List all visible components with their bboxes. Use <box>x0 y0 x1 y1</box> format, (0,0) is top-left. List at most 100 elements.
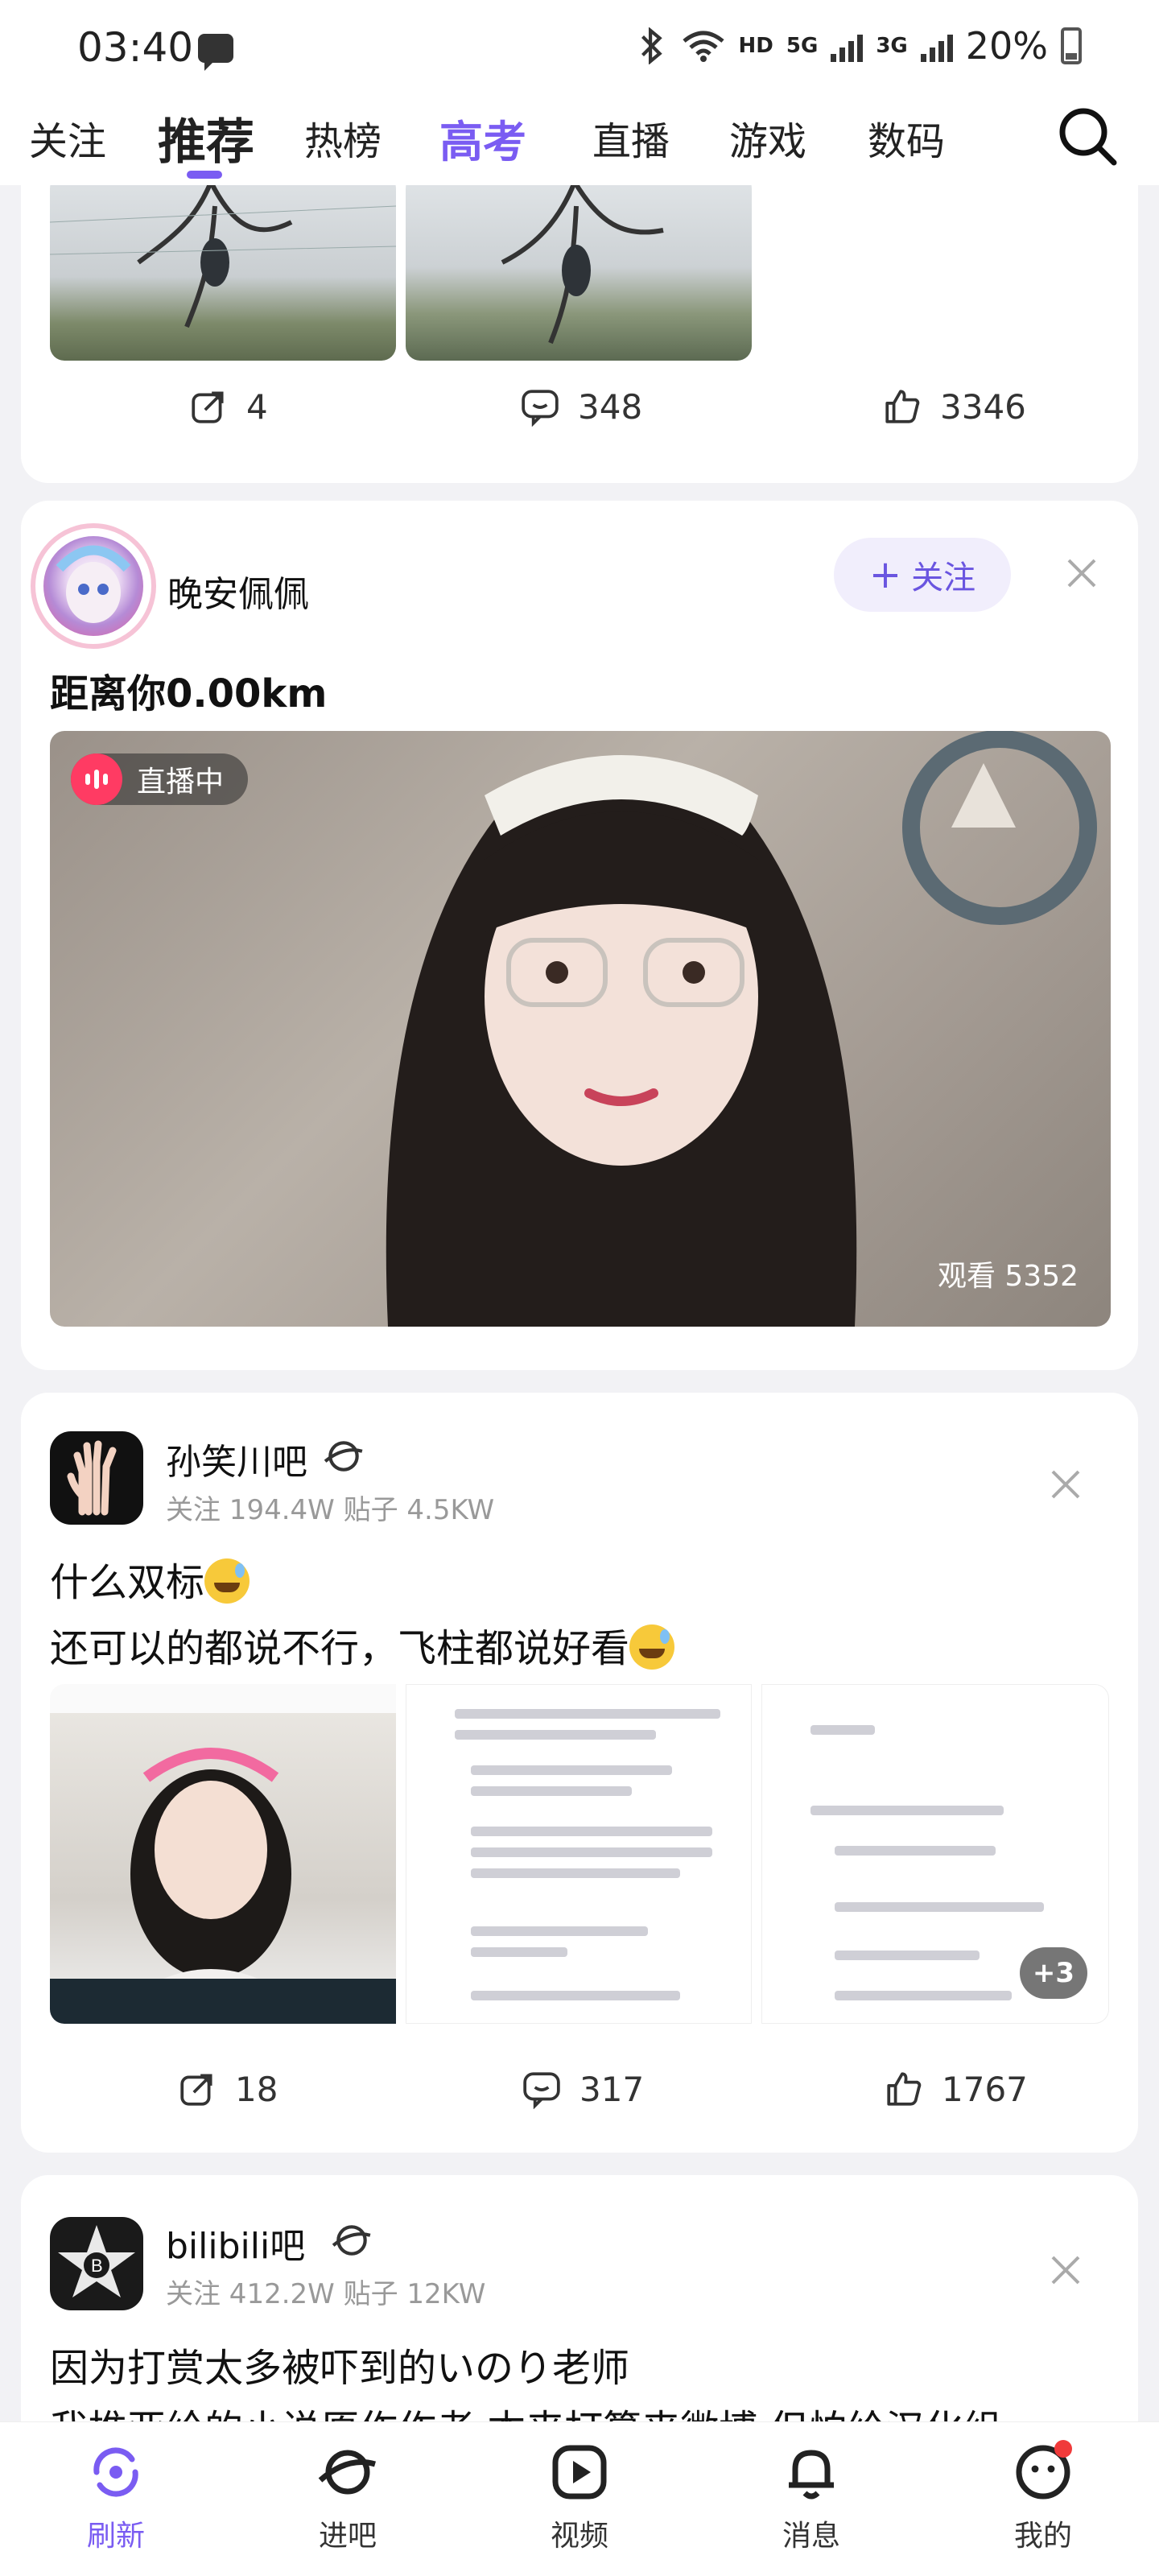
post-title-text: 什么双标 <box>50 1560 205 1605</box>
nav-forums[interactable]: 进吧 <box>291 2440 404 2554</box>
avatar-image <box>56 545 131 623</box>
battery-icon <box>1061 27 1082 64</box>
share-icon <box>192 391 224 423</box>
live-label: 直播中 <box>137 766 225 799</box>
network-type-2: 3G <box>876 34 908 58</box>
nav-label: 进吧 <box>318 2520 377 2553</box>
more-images-badge[interactable]: +3 <box>1020 1947 1087 1999</box>
bluetooth-icon <box>641 27 662 64</box>
nav-label: 刷新 <box>86 2520 145 2553</box>
tab-recommend[interactable]: 推荐 <box>158 103 254 173</box>
star-logo-icon: B <box>58 2225 135 2297</box>
post-card-2[interactable]: 晚安佩佩 + 关注 距离你0.00km 直播中 观看 5352 <box>21 501 1138 1370</box>
forum-name[interactable]: 孙笑川吧 <box>166 1433 307 1484</box>
nav-refresh[interactable]: 刷新 <box>60 2440 172 2554</box>
repost-button[interactable]: 4 <box>188 386 268 427</box>
comment-icon <box>523 2072 560 2109</box>
like-count: 3346 <box>940 386 1026 427</box>
close-icon[interactable] <box>1062 554 1101 592</box>
author-name[interactable]: 晚安佩佩 <box>167 565 309 617</box>
status-icons: HD 5G 3G 20% <box>636 24 1082 68</box>
wifi-icon <box>682 31 724 62</box>
forum-avatar[interactable] <box>50 1431 143 1525</box>
share-icon <box>180 2074 212 2106</box>
hd-indicator: HD <box>738 34 773 58</box>
thumbs-up-icon <box>885 390 920 423</box>
close-icon[interactable] <box>1046 1465 1085 1504</box>
comment-button[interactable]: 348 <box>520 386 642 427</box>
post-image[interactable]: +3 <box>761 1684 1109 2024</box>
comment-count: 317 <box>580 2069 645 2109</box>
close-icon[interactable] <box>1046 2251 1085 2289</box>
post-title[interactable]: 什么双标 <box>50 1550 250 1607</box>
live-badge: 直播中 <box>71 753 249 805</box>
planet-icon <box>318 2450 376 2495</box>
repost-count: 4 <box>246 386 268 427</box>
avatar[interactable] <box>43 536 143 636</box>
follow-label: 关注 <box>911 559 976 597</box>
post-image[interactable] <box>50 1684 396 2024</box>
planet-icon <box>332 2225 371 2256</box>
comment-count: 348 <box>578 386 643 427</box>
post-image[interactable] <box>406 1684 752 2024</box>
forum-stats: 关注 194.4W 贴子 4.5KW <box>166 1494 495 1526</box>
like-button[interactable]: 1767 <box>884 2069 1028 2109</box>
bird-image <box>50 180 396 328</box>
sweat-smile-emoji <box>629 1624 675 1670</box>
nav-label: 视频 <box>550 2520 608 2553</box>
post-title[interactable]: 因为打赏太多被吓到的いのり老师 <box>50 2336 629 2392</box>
post-image[interactable] <box>406 174 752 361</box>
bell-icon <box>789 2450 834 2500</box>
video-play-icon <box>552 2445 607 2500</box>
like-button[interactable]: 3346 <box>882 386 1026 427</box>
post-card-3[interactable]: 孙笑川吧 关注 194.4W 贴子 4.5KW 什么双标 还可以的都说不行，飞柱… <box>21 1393 1138 2153</box>
streamer-image <box>386 731 1097 1327</box>
top-tab-bar: 关注 推荐 热榜 高考 直播 游戏 数码 <box>0 97 1159 185</box>
nav-label: 我的 <box>1013 2520 1072 2553</box>
post-image[interactable] <box>50 174 396 361</box>
mini-header <box>50 1684 396 1713</box>
post-title[interactable]: 距离你0.00km <box>50 662 327 718</box>
live-indicator-icon <box>71 753 122 805</box>
viewer-count: 观看 5352 <box>937 1260 1079 1293</box>
live-stream-preview[interactable]: 直播中 观看 5352 <box>50 731 1111 1327</box>
post-card-1[interactable]: 4 348 3346 <box>21 145 1138 483</box>
signal-icon <box>831 30 864 62</box>
search-icon[interactable] <box>1056 105 1120 169</box>
repost-button[interactable]: 18 <box>177 2069 278 2109</box>
post-body-text: 还可以的都说不行，飞柱都说好看 <box>50 1626 630 1671</box>
post-body[interactable]: 还可以的都说不行，飞柱都说好看 <box>50 1616 675 1673</box>
nav-video[interactable]: 视频 <box>523 2440 636 2554</box>
comment-button[interactable]: 317 <box>522 2069 644 2109</box>
sweat-smile-emoji <box>204 1558 250 1604</box>
forum-stats: 关注 412.2W 贴子 12KW <box>166 2278 486 2310</box>
hand-icon <box>67 1440 117 1516</box>
network-type-1: 5G <box>786 34 819 58</box>
svg-text:B: B <box>91 2256 103 2276</box>
tab-hot[interactable]: 热榜 <box>304 109 382 166</box>
signal-icon-2 <box>920 30 953 62</box>
bottom-navigation: 刷新 进吧 视频 消息 我的 <box>0 2421 1159 2576</box>
tab-live[interactable]: 直播 <box>592 109 670 166</box>
like-count: 1767 <box>942 2069 1028 2109</box>
nav-label: 消息 <box>782 2520 840 2553</box>
planet-icon <box>324 1441 363 1472</box>
message-notification-icon <box>198 34 233 71</box>
comment-icon <box>522 390 559 427</box>
follow-button[interactable]: + 关注 <box>834 538 1011 612</box>
nav-messages[interactable]: 消息 <box>755 2440 868 2554</box>
notification-dot <box>1054 2440 1072 2458</box>
status-bar: 03:40 HD 5G 3G 20% <box>0 0 1159 97</box>
tab-follow[interactable]: 关注 <box>29 109 106 166</box>
active-tab-indicator <box>187 171 222 179</box>
tab-digital[interactable]: 数码 <box>868 109 945 166</box>
forum-name[interactable]: bilibili吧 <box>166 2217 305 2268</box>
tab-games[interactable]: 游戏 <box>729 109 806 166</box>
forum-avatar[interactable]: B <box>50 2217 143 2310</box>
selfie-image <box>50 1713 396 2024</box>
bird-image <box>501 180 664 345</box>
nav-profile[interactable]: 我的 <box>987 2440 1099 2554</box>
repost-count: 18 <box>235 2069 278 2109</box>
refresh-icon <box>93 2447 138 2497</box>
tab-gaokao[interactable]: 高考 <box>439 106 526 170</box>
